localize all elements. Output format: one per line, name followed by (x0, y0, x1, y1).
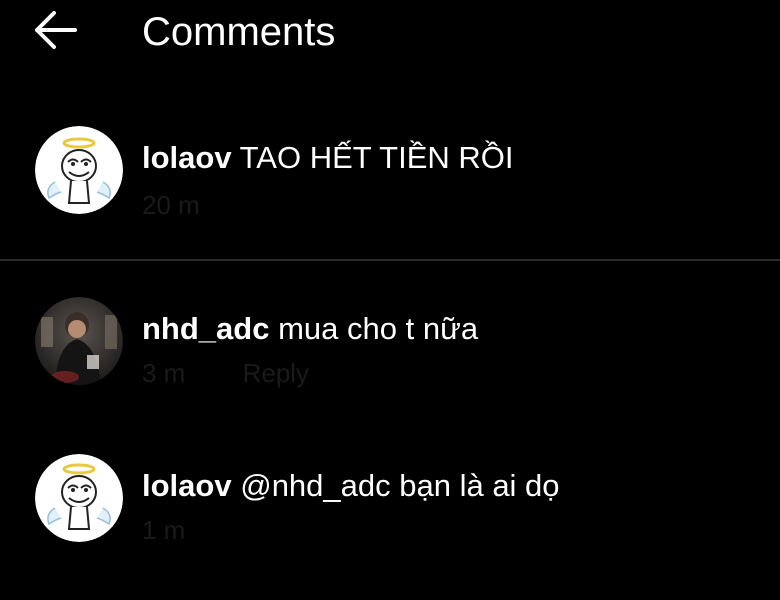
angel-meme-face-avatar-icon (35, 126, 123, 214)
back-button[interactable] (30, 10, 80, 54)
avatar[interactable] (35, 454, 123, 542)
comment-username[interactable]: nhd_adc (142, 311, 269, 346)
comment-username[interactable]: lolaov (142, 468, 232, 503)
divider (0, 259, 780, 261)
header: Comments (0, 0, 780, 68)
comment-username[interactable]: lolaov (142, 140, 232, 175)
comment-time: 20 m (142, 190, 200, 220)
avatar[interactable] (35, 126, 123, 214)
comment-time: 3 m (142, 358, 186, 388)
comment-body: @nhd_adc bạn là ai dọ (240, 468, 560, 503)
comment-text: lolaov @nhd_adc bạn là ai dọ (142, 468, 560, 504)
comment-meta: 20 m (142, 190, 250, 220)
comment-text: nhd_adc mua cho t nữa (142, 311, 478, 347)
comment-meta: 1 m (142, 515, 235, 545)
comment-body: TAO HẾT TIỀN RỒI (239, 140, 514, 175)
comment-time: 1 m (142, 515, 186, 545)
comment-body: mua cho t nữa (278, 311, 479, 346)
comment-text: lolaov TAO HẾT TIỀN RỒI (142, 140, 514, 176)
person-photo-avatar-icon (35, 297, 123, 385)
angel-meme-face-avatar-icon (35, 454, 123, 542)
avatar[interactable] (35, 297, 123, 385)
page-title: Comments (142, 10, 336, 54)
comment-meta: 3 m Reply (142, 358, 359, 388)
reply-button[interactable]: Reply (243, 358, 309, 388)
arrow-left-icon (33, 10, 77, 55)
